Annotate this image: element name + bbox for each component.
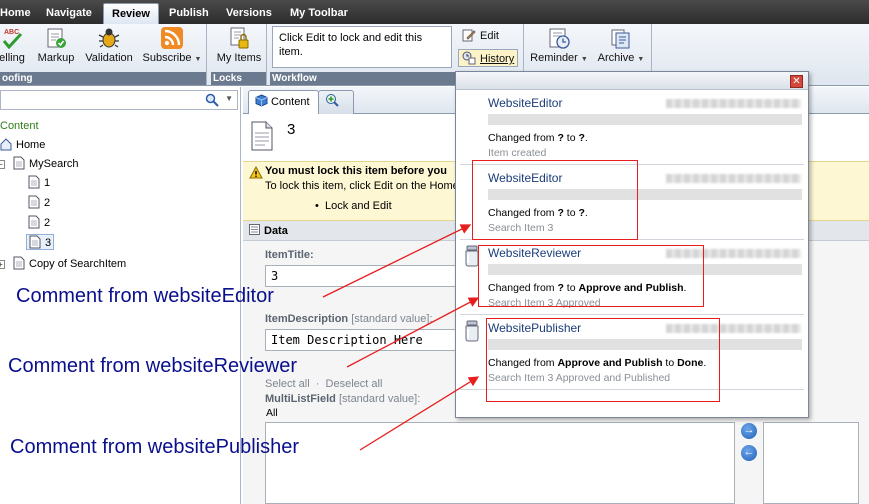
history-comment-redacted [488, 114, 802, 125]
lock-and-edit-link[interactable]: • Lock and Edit [315, 200, 392, 212]
reminder-button[interactable]: Reminder ▼ [529, 26, 589, 66]
archive-button[interactable]: Archive ▼ [593, 26, 649, 66]
tab-content[interactable]: Content [248, 90, 319, 114]
ribbon-group-proofing: ABC elling Markup Validation Subscribe ▼… [0, 24, 207, 85]
spelling-button[interactable]: ABC elling [0, 26, 30, 65]
locks-group-label: Locks [211, 72, 266, 85]
validation-button[interactable]: Validation [84, 26, 134, 65]
history-date-redacted [666, 99, 801, 108]
move-right-button[interactable]: → [741, 423, 757, 439]
lock-warning-title: You must lock this item before you [265, 165, 447, 177]
multilist-field-label: MultiListField [standard value]: [265, 393, 421, 405]
subscribe-label: Subscribe ▼ [142, 52, 202, 64]
workflow-message: Click Edit to lock and edit this item. [272, 26, 452, 68]
add-tab-icon [326, 94, 339, 107]
menu-tab-my-toolbar[interactable]: My Toolbar [282, 3, 356, 24]
annotation-highlight-reviewer [478, 245, 704, 307]
tree-node-item-3[interactable]: 3 [26, 234, 55, 250]
ribbon-group-locks: My Items Locks [211, 24, 267, 85]
history-change: Changed from ? to ?. [488, 132, 588, 144]
reminder-clock-icon [549, 28, 570, 49]
tree-collapse-toggle[interactable]: − [0, 160, 5, 169]
reminder-label: Reminder ▼ [530, 52, 588, 64]
menu-tab-navigate[interactable]: Navigate [38, 3, 100, 24]
document-icon [13, 156, 25, 170]
history-subtext: Item created [488, 147, 547, 159]
history-user: WebsiteEditor [488, 96, 563, 110]
tree-node-home[interactable]: Home [0, 137, 45, 153]
multilist-all-label: All [266, 407, 278, 419]
workflow-jar-icon [465, 320, 479, 342]
history-popup-titlebar: ✕ [456, 72, 808, 90]
subscribe-button[interactable]: Subscribe ▼ [142, 26, 202, 66]
home-icon [0, 138, 12, 151]
tree-node-copy-of-searchitem[interactable]: Copy of SearchItem [13, 256, 126, 272]
select-all-link[interactable]: Select all [265, 378, 310, 390]
menu-tab-home[interactable]: Home [0, 3, 39, 24]
item-title-field-label: ItemTitle: [265, 249, 314, 261]
annotation-highlight-publisher [486, 318, 720, 402]
lock-items-icon [230, 27, 249, 49]
history-entry: WebsiteEditor Changed from ? to ?. Item … [456, 90, 808, 165]
item-title: 3 [287, 121, 296, 138]
markup-label: Markup [37, 52, 75, 64]
menu-tab-publish[interactable]: Publish [161, 3, 217, 24]
document-large-icon [251, 121, 273, 151]
document-icon [28, 175, 40, 189]
close-icon[interactable]: ✕ [790, 75, 803, 88]
multilist-available-box[interactable] [265, 422, 735, 504]
validation-label: Validation [85, 52, 133, 64]
annotation-highlight-editor [472, 160, 638, 240]
edit-button[interactable]: Edit [462, 28, 499, 42]
multilist-selected-box[interactable] [763, 422, 859, 504]
cube-icon [255, 94, 268, 107]
deselect-all-link[interactable]: Deselect all [326, 378, 383, 390]
document-icon [13, 256, 25, 270]
tree-search-box[interactable]: ▼ [0, 90, 238, 110]
svg-text:ABC: ABC [4, 29, 19, 36]
menu-tab-versions[interactable]: Versions [218, 3, 280, 24]
search-icon[interactable] [205, 93, 219, 107]
tree-node-content[interactable]: Content [0, 118, 39, 134]
move-left-button[interactable]: ← [741, 445, 757, 461]
my-items-button[interactable]: My Items [215, 26, 263, 65]
multilist-selection-links: Select all · Deselect all [265, 378, 383, 390]
tree-node-item-1[interactable]: 1 [28, 175, 50, 191]
tree-expand-toggle[interactable]: + [0, 260, 5, 269]
my-items-label: My Items [216, 52, 262, 64]
document-icon [29, 235, 41, 249]
menu-tab-review[interactable]: Review [103, 3, 159, 24]
document-icon [28, 215, 40, 229]
search-dropdown-icon[interactable]: ▼ [225, 94, 233, 103]
validation-bug-icon [98, 28, 120, 48]
spellcheck-icon: ABC [2, 29, 23, 50]
rss-icon [161, 27, 183, 49]
section-icon [249, 224, 260, 235]
history-date-redacted [666, 174, 801, 183]
tree-node-item-2b[interactable]: 2 [28, 215, 50, 231]
archive-icon [611, 29, 630, 49]
tree-node-mysearch[interactable]: MySearch [13, 156, 79, 172]
archive-label: Archive ▼ [597, 52, 645, 64]
proofing-group-label: oofing [0, 72, 206, 85]
tab-add[interactable] [318, 90, 354, 114]
history-button[interactable]: History [458, 49, 519, 67]
spelling-label: elling [0, 52, 25, 64]
annotation-editor: Comment from websiteEditor [16, 285, 274, 307]
annotation-reviewer: Comment from websiteReviewer [8, 355, 297, 377]
edit-pencil-icon [462, 29, 476, 42]
item-description-field-label: ItemDescription [standard value]: [265, 313, 433, 325]
lock-warning-text: To lock this item, click Edit on the Hom… [265, 180, 459, 192]
main-menu-bar: Home Navigate Review Publish Versions My… [0, 0, 869, 24]
tree-node-item-2[interactable]: 2 [28, 195, 50, 211]
annotation-publisher: Comment from websitePublisher [10, 436, 299, 458]
history-icon [462, 51, 476, 65]
markup-button[interactable]: Markup [36, 26, 76, 65]
document-icon [28, 195, 40, 209]
warning-icon [249, 166, 263, 179]
markup-icon [47, 28, 66, 48]
